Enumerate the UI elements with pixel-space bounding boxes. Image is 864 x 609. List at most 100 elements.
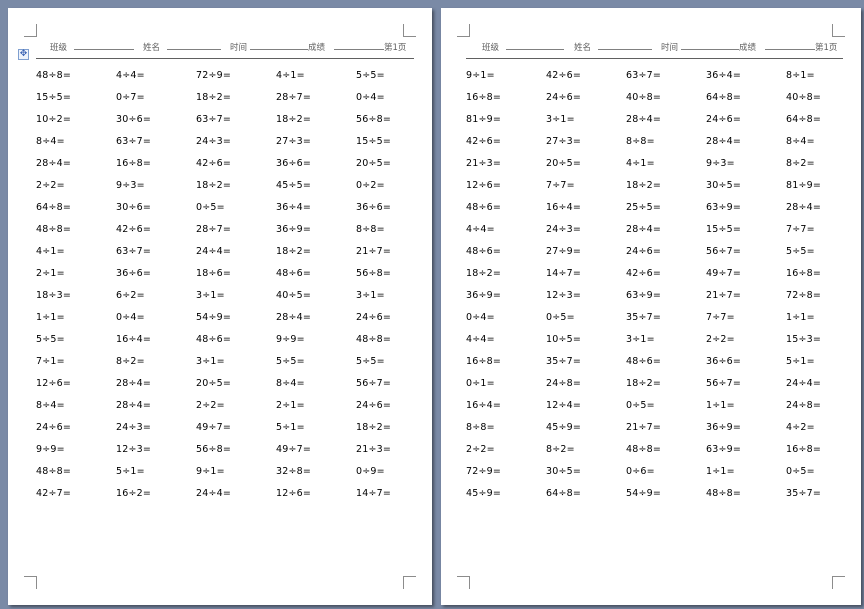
problem-cell: 12÷6= <box>36 377 72 389</box>
empty-cell <box>356 526 436 548</box>
problem-cell: 0÷1= <box>466 377 495 389</box>
problem-cell: 15÷5= <box>356 135 392 147</box>
problem-cell: 28÷4= <box>626 223 662 235</box>
empty-cell <box>276 504 356 526</box>
problem-cell: 1÷1= <box>36 311 65 323</box>
problem-cell: 21÷7= <box>706 289 742 301</box>
problem-cell: 7÷7= <box>546 179 575 191</box>
empty-cell <box>546 548 626 570</box>
time-blank <box>250 41 308 50</box>
problem-cell: 30÷5= <box>546 465 582 477</box>
problem-cell: 45÷9= <box>546 421 582 433</box>
problem-cell: 48÷8= <box>36 465 72 477</box>
problem-cell: 56÷8= <box>356 267 392 279</box>
problem-cell: 8÷8= <box>626 135 655 147</box>
problem-cell: 18÷2= <box>466 267 502 279</box>
problem-cell: 56÷8= <box>356 113 392 125</box>
problem-cell: 42÷6= <box>626 267 662 279</box>
page-number: 第1页 <box>815 43 838 53</box>
page-number: 第1页 <box>384 43 407 53</box>
problem-cell: 18÷6= <box>196 267 232 279</box>
empty-cell <box>36 504 116 526</box>
score-label: 成绩 <box>308 43 326 53</box>
problem-cell: 24÷6= <box>36 421 72 433</box>
problem-cell: 8÷2= <box>786 157 815 169</box>
problem-cell: 28÷4= <box>706 135 742 147</box>
empty-cell <box>626 526 706 548</box>
problem-cell: 36÷6= <box>706 355 742 367</box>
crop-mark-top-right <box>403 24 416 37</box>
problem-cell: 30÷6= <box>116 113 152 125</box>
problem-cell: 64÷8= <box>786 113 822 125</box>
problem-cell: 8÷8= <box>356 223 385 235</box>
problem-cell: 1÷1= <box>786 311 815 323</box>
problem-cell: 81÷9= <box>786 179 822 191</box>
problem-cell: 8÷4= <box>36 399 65 411</box>
problem-cell: 0÷5= <box>546 311 575 323</box>
problem-cell: 36÷4= <box>276 201 312 213</box>
empty-cell <box>546 504 626 526</box>
problem-cell: 20÷5= <box>196 377 232 389</box>
score-blank <box>334 41 384 50</box>
problem-cell: 18÷2= <box>276 113 312 125</box>
problem-cell: 40÷8= <box>786 91 822 103</box>
problem-cell: 7÷7= <box>786 223 815 235</box>
crop-mark-bottom-right <box>403 576 416 589</box>
empty-cell <box>706 526 786 548</box>
problem-cell: 63÷9= <box>626 289 662 301</box>
problem-cell: 8÷4= <box>36 135 65 147</box>
problem-cell: 24÷3= <box>116 421 152 433</box>
problem-cell: 15÷5= <box>36 91 72 103</box>
problem-cell: 8÷1= <box>786 69 815 81</box>
problem-grid: 9÷1= 42÷6= 63÷7= 36÷4= 8÷1= 16÷8= 24÷6= 40÷8= 64… <box>466 64 864 570</box>
problem-cell: 16÷4= <box>546 201 582 213</box>
empty-cell <box>116 526 196 548</box>
problem-cell: 63÷9= <box>706 201 742 213</box>
problem-cell: 21÷3= <box>356 443 392 455</box>
problem-cell: 63÷7= <box>116 135 152 147</box>
problem-cell: 12÷6= <box>276 487 312 499</box>
problem-cell: 36÷9= <box>706 421 742 433</box>
problem-cell: 40÷8= <box>626 91 662 103</box>
problem-cell: 4÷1= <box>626 157 655 169</box>
problem-cell: 18÷2= <box>196 91 232 103</box>
problem-cell: 72÷8= <box>786 289 822 301</box>
problem-cell: 54÷9= <box>626 487 662 499</box>
empty-cell <box>706 548 786 570</box>
problem-cell: 9÷9= <box>36 443 65 455</box>
problem-cell: 0÷5= <box>196 201 225 213</box>
empty-cell <box>786 526 864 548</box>
problem-cell: 5÷1= <box>116 465 145 477</box>
empty-cell <box>116 548 196 570</box>
document-page-2: 班级 姓名 时间 成绩 第1页 9÷1= 42÷6= 63÷7= 36÷4= 8÷1= 1… <box>441 8 861 605</box>
empty-cell <box>786 548 864 570</box>
name-blank <box>167 41 221 50</box>
crop-mark-top-right <box>832 24 845 37</box>
problem-cell: 6÷2= <box>116 289 145 301</box>
table-move-handle-icon[interactable]: ✥ <box>18 49 29 60</box>
problem-cell: 16÷8= <box>116 157 152 169</box>
problem-cell: 0÷7= <box>116 91 145 103</box>
score-blank <box>765 41 815 50</box>
empty-cell <box>626 548 706 570</box>
problem-cell: 25÷5= <box>626 201 662 213</box>
problem-cell: 56÷8= <box>196 443 232 455</box>
empty-cell <box>786 504 864 526</box>
problem-cell: 49÷7= <box>706 267 742 279</box>
problem-cell: 24÷6= <box>356 311 392 323</box>
problem-cell: 8÷4= <box>276 377 305 389</box>
crop-mark-top-left <box>24 24 37 37</box>
problem-cell: 18÷2= <box>356 421 392 433</box>
problem-cell: 16÷2= <box>116 487 152 499</box>
problem-cell: 5÷5= <box>356 355 385 367</box>
empty-cell <box>466 548 546 570</box>
problem-cell: 24÷4= <box>196 487 232 499</box>
time-label: 时间 <box>661 43 679 53</box>
problem-cell: 15÷5= <box>706 223 742 235</box>
problem-cell: 4÷4= <box>466 223 495 235</box>
problem-cell: 24÷6= <box>356 399 392 411</box>
problem-cell: 4÷4= <box>466 333 495 345</box>
problem-cell: 42÷7= <box>36 487 72 499</box>
empty-cell <box>116 504 196 526</box>
problem-cell: 64÷8= <box>36 201 72 213</box>
